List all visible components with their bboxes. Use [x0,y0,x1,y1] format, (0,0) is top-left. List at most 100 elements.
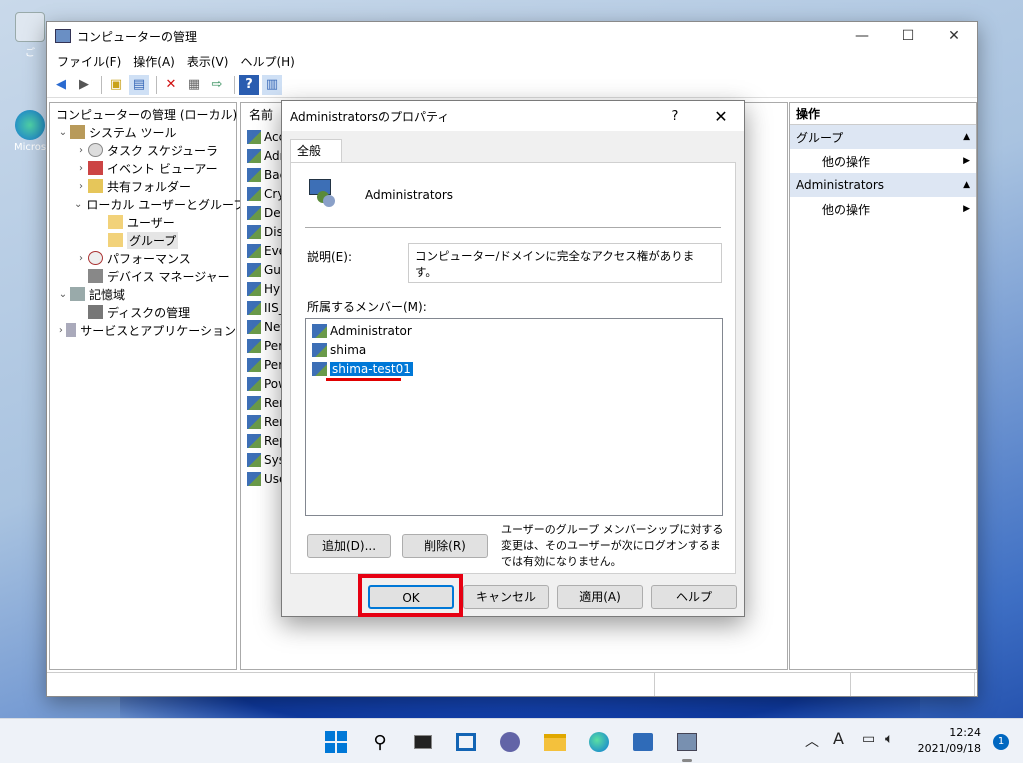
teams-chat-icon[interactable] [497,729,523,755]
chevron-down-icon[interactable]: ⌄ [74,199,82,210]
tree-item-groups[interactable]: グループ [50,231,236,249]
menu-action[interactable]: 操作(A) [127,53,181,70]
widgets-icon[interactable] [453,729,479,755]
help-button[interactable]: ヘルプ [651,585,737,609]
group-icon [247,338,261,353]
recycle-bin-icon [15,12,45,42]
notification-badge[interactable]: 1 [993,734,1009,750]
more-actions-item[interactable]: 他の操作 ▶ [790,197,976,221]
actions-group-administrators[interactable]: Administrators ▲ [790,173,976,197]
help-icon[interactable]: ? [239,74,259,95]
collapse-icon[interactable]: ▲ [963,180,970,190]
annotation-underline [326,378,401,381]
tree-item-label: 記憶域 [89,287,126,302]
computer-management-taskbar-icon[interactable] [674,729,700,755]
window-title: コンピューターの管理 [77,29,198,44]
user-icon [312,323,327,338]
tree-item-task-scheduler[interactable]: › タスク スケジューラ [50,141,236,159]
actions-pane: 操作 グループ ▲ 他の操作 ▶ Administrators ▲ 他の操作 ▶ [789,102,977,670]
store-icon[interactable] [630,729,656,755]
tree-item-root[interactable]: コンピューターの管理 (ローカル) [50,105,238,123]
annotation-ok-highlight [358,574,463,617]
network-icon[interactable]: ▭ [862,731,875,747]
active-app-indicator [682,759,692,762]
member-item[interactable]: shima [306,340,722,359]
clock[interactable]: 12:24 2021/09/18 [918,725,981,757]
tree-item-event-viewer[interactable]: › イベント ビューアー [50,159,236,177]
cancel-button[interactable]: キャンセル [463,585,549,609]
menu-help[interactable]: ヘルプ(H) [234,53,300,70]
menu-file[interactable]: ファイル(F) [51,53,127,70]
forward-icon[interactable]: ▶ [74,75,94,95]
member-item[interactable]: Administrator [306,321,722,340]
apply-button[interactable]: 適用(A) [557,585,643,609]
menu-view[interactable]: 表示(V) [181,53,235,70]
title-bar[interactable]: コンピューターの管理 — ☐ ✕ [47,22,977,50]
members-list[interactable]: Administrator shima shima-test01 [305,318,723,516]
actions-group-groups[interactable]: グループ ▲ [790,125,976,149]
export-icon[interactable]: ⇨ [207,75,227,95]
volume-icon[interactable]: 🔈︎ [885,731,893,747]
tree-item-disk-management[interactable]: ディスクの管理 [50,303,236,321]
status-cell [655,673,851,696]
tree-item-label: システム ツール [89,125,177,140]
tree-item-label: ローカル ユーザーとグループ [86,197,246,212]
remove-button[interactable]: 削除(R) [402,534,488,558]
group-icon [247,262,261,277]
member-item-selected[interactable]: shima-test01 [306,359,722,378]
administrators-properties-dialog: Administratorsのプロパティ ? ✕ 全般 Administrato… [281,100,745,617]
delete-icon[interactable]: ✕ [161,75,181,95]
help-question-button[interactable]: ? [652,109,698,124]
group-icon [247,148,261,163]
add-button[interactable]: 追加(D)... [307,534,391,558]
minimize-button[interactable]: — [839,22,885,50]
show-tree-icon[interactable]: ▤ [129,74,149,95]
console-tree: コンピューターの管理 (ローカル) ⌄ システム ツール › タスク スケジュー… [49,102,245,670]
start-icon[interactable] [323,729,349,755]
tree-item-local-users-groups[interactable]: ⌄ ローカル ユーザーとグループ [50,195,245,213]
tree-item-performance[interactable]: › パフォーマンス [50,249,236,267]
dialog-close-button[interactable]: ✕ [698,107,744,126]
close-button[interactable]: ✕ [931,22,977,50]
more-actions-item[interactable]: 他の操作 ▶ [790,149,976,173]
chevron-down-icon[interactable]: ⌄ [56,127,70,138]
clock-icon [88,143,103,157]
tree-item-storage[interactable]: ⌄ 記憶域 [50,285,236,303]
tree-item-system-tools[interactable]: ⌄ システム ツール [50,123,236,141]
tree-item-device-manager[interactable]: デバイス マネージャー [50,267,236,285]
edge-taskbar-icon[interactable] [586,729,612,755]
collapse-icon[interactable]: ▲ [963,132,970,142]
toolbar-separator [234,75,235,94]
tree-item-label: グループ [127,231,179,249]
show-action-pane-icon[interactable]: ▥ [262,74,282,95]
ime-indicator[interactable]: A [833,729,844,748]
chevron-right-icon[interactable]: › [74,163,88,174]
properties-icon[interactable]: ▦ [184,75,204,95]
description-field[interactable]: コンピューター/ドメインに完全なアクセス権があります。 [408,243,722,283]
maximize-button[interactable]: ☐ [885,22,931,50]
tree-item-label: コンピューターの管理 (ローカル) [56,107,238,122]
tree-item-users[interactable]: ユーザー [50,213,236,231]
task-view-icon[interactable] [410,729,436,755]
shared-folder-icon [88,179,103,193]
submenu-arrow-icon: ▶ [963,204,970,214]
search-icon[interactable]: ⚲ [367,729,393,755]
file-explorer-icon[interactable] [542,729,568,755]
edge-icon [15,110,45,140]
up-folder-icon[interactable]: ▣ [106,75,126,95]
chevron-down-icon[interactable]: ⌄ [56,289,70,300]
chevron-right-icon[interactable]: › [74,253,88,264]
back-icon[interactable]: ◀ [51,75,71,95]
chevron-right-icon[interactable]: › [56,325,66,336]
show-hidden-icons-chevron-up-icon[interactable]: ︿ [805,731,819,751]
actions-group-label: グループ [796,130,844,145]
taskbar: ⚲ ︿ A ▭ 🔈︎ 12:24 2021/09/18 1 [0,718,1023,763]
dialog-title-bar[interactable]: Administratorsのプロパティ ? ✕ [282,101,744,131]
tree-item-shared-folders[interactable]: › 共有フォルダー [50,177,236,195]
tab-general[interactable]: 全般 [290,139,342,163]
event-viewer-icon [88,161,103,175]
chevron-right-icon[interactable]: › [74,145,88,156]
chevron-right-icon[interactable]: › [74,181,88,192]
tree-item-services-apps[interactable]: › サービスとアプリケーション [50,321,236,339]
clock-time: 12:24 [949,726,981,739]
